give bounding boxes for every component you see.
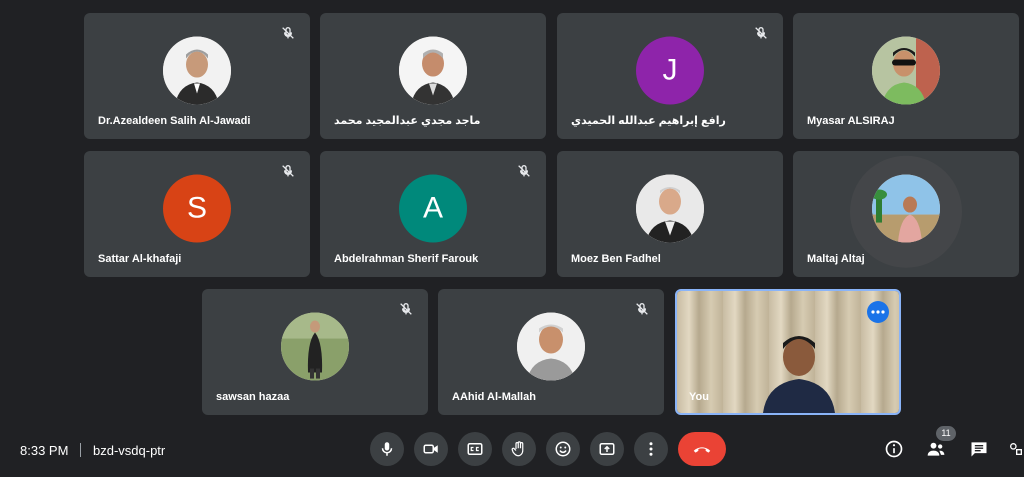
mic-off-icon [755,26,767,39]
mic-off-icon [282,164,294,177]
participant-initial-avatar: J [636,36,704,105]
participant-name: ماجد مجدي عبدالمجيد محمد [334,115,481,127]
mic-icon [381,442,393,456]
participant-tile[interactable]: S Sattar Al-khafaji [84,151,310,277]
emoji-icon [555,441,571,457]
mic-off-icon [400,302,412,315]
chat-button[interactable] [967,437,991,461]
participant-name: Abdelrahman Sherif Farouk [334,253,479,265]
reactions-button[interactable] [546,432,580,466]
participant-count-badge: 11 [936,426,956,441]
participant-tile[interactable]: A Abdelrahman Sherif Farouk [320,151,546,277]
participant-tile[interactable]: Maltaj Altaj [793,151,1019,277]
captions-icon [467,443,483,455]
raise-hand-button[interactable] [502,432,536,466]
participant-name: Dr.Azealdeen Salih Al-Jawadi [98,115,251,127]
participant-photo [636,174,704,243]
self-name: You [689,391,709,403]
participant-name: sawsan hazaa [216,391,290,403]
more-options-button[interactable] [867,301,889,323]
camera-button[interactable] [414,432,448,466]
participant-name: Maltaj Altaj [807,253,865,265]
captions-button[interactable] [458,432,492,466]
participant-tile[interactable]: sawsan hazaa [202,289,428,415]
divider [80,443,81,457]
participant-photo [163,36,231,105]
hang-up-icon [693,447,711,453]
participant-tile[interactable]: AAhid Al-Mallah [438,289,664,415]
self-video-person [763,336,835,413]
participant-photo [281,312,349,381]
participant-tile[interactable]: Moez Ben Fadhel [557,151,783,277]
participant-initial-avatar: A [399,174,467,243]
participant-tile[interactable]: Dr.Azealdeen Salih Al-Jawadi [84,13,310,139]
people-icon [927,442,945,456]
mic-off-icon [282,26,294,39]
present-screen-button[interactable] [590,432,624,466]
video-camera-icon [423,444,438,454]
participant-name: رافع إبراهيم عبدالله الحميدي [571,115,726,127]
participant-tile[interactable]: Myasar ALSIRAJ [793,13,1019,139]
self-view-tile[interactable]: You [675,289,901,415]
leave-call-button[interactable] [678,432,726,466]
activities-button[interactable] [1008,437,1024,461]
participant-photo [872,36,940,105]
microphone-button[interactable] [370,432,404,466]
info-icon [885,440,903,458]
mic-off-icon [636,302,648,315]
participant-tile[interactable]: J رافع إبراهيم عبدالله الحميدي [557,13,783,139]
more-horizontal-icon [871,310,885,314]
meeting-details-button[interactable] [882,437,906,461]
mic-off-icon [518,164,530,177]
hand-icon [511,441,524,457]
participant-tile[interactable]: ماجد مجدي عبدالمجيد محمد [320,13,546,139]
participant-photo [399,36,467,105]
meeting-time: 8:33 PM [20,443,69,458]
more-options-button[interactable] [634,432,668,466]
participant-name: AAhid Al-Mallah [452,391,536,403]
meeting-code: bzd-vsdq-ptr [93,443,166,458]
participant-name: Sattar Al-khafaji [98,253,182,265]
participant-name: Moez Ben Fadhel [571,253,661,265]
more-vertical-icon [649,442,653,456]
participant-initial-avatar: S [163,174,231,243]
bottom-toolbar: 8:33 PM bzd-vsdq-ptr 11 [0,423,1024,477]
chat-icon [971,442,987,457]
participant-photo [517,312,585,381]
present-icon [599,443,615,455]
shapes-icon [1010,443,1022,455]
participant-name: Myasar ALSIRAJ [807,115,895,127]
participant-photo [872,174,940,243]
